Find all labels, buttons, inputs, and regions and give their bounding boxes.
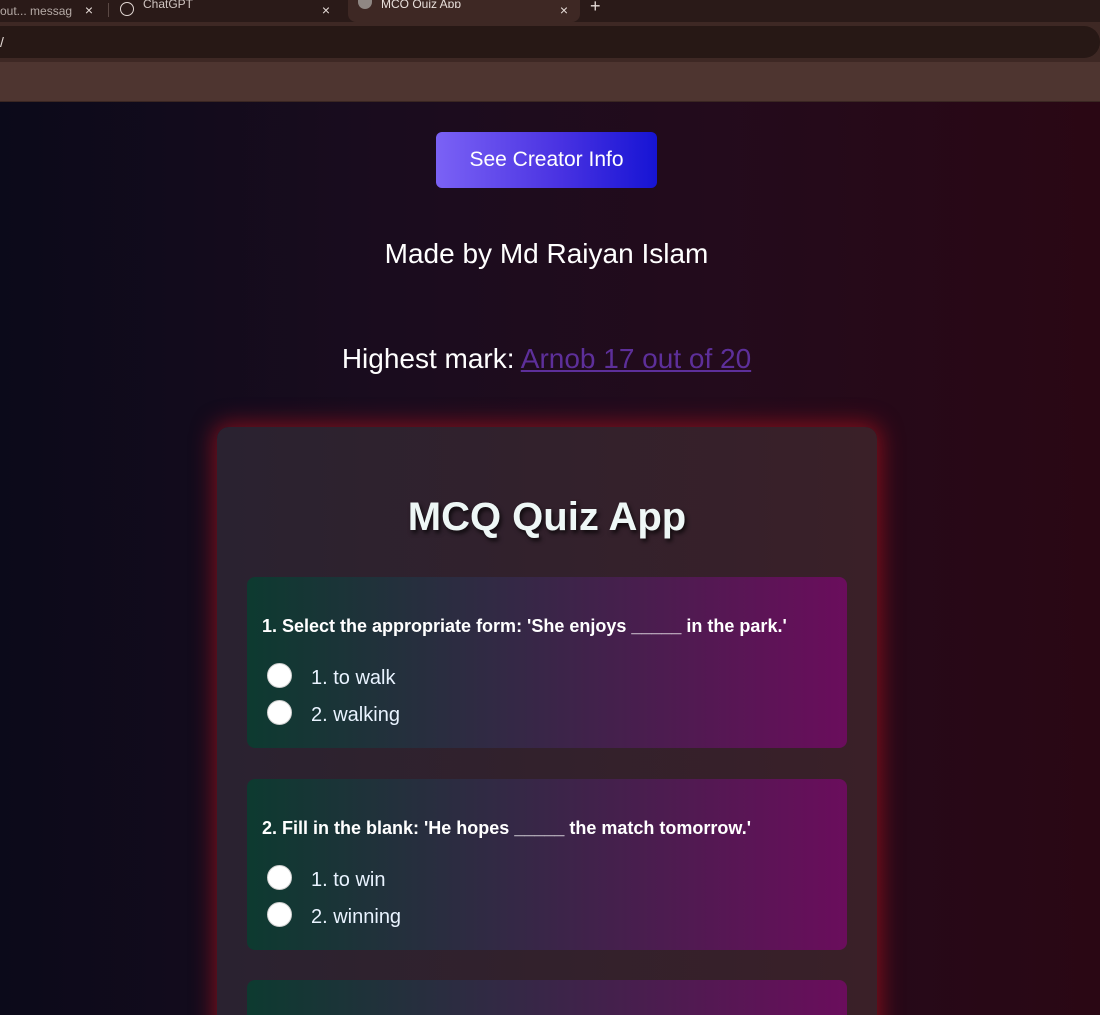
close-tab-icon[interactable]: × [319, 0, 333, 22]
highest-mark-link[interactable]: Arnob 17 out of 20 [521, 343, 751, 374]
tab-divider [108, 3, 109, 17]
highest-mark: Highest mark: Arnob 17 out of 20 [0, 343, 1093, 375]
tab-messages[interactable]: out... messag × [0, 0, 108, 22]
option-label[interactable]: 2. winning [311, 906, 401, 929]
made-by-text: Made by Md Raiyan Islam [384, 238, 709, 269]
close-tab-icon[interactable]: × [82, 0, 96, 22]
radio-button[interactable] [267, 700, 292, 725]
tab-strip: out... messag × ChatGPT × MCQ Quiz App ×… [0, 0, 1100, 22]
option-label[interactable]: 2. walking [311, 704, 400, 727]
url-field[interactable]: / [0, 26, 1100, 58]
bookmarks-bar [0, 62, 1100, 102]
address-bar: / [0, 22, 1100, 62]
radio-button[interactable] [267, 865, 292, 890]
answer-option[interactable]: 1. to walk [267, 663, 667, 693]
quiz-title: MCQ Quiz App [407, 495, 687, 539]
see-creator-info-button[interactable]: See Creator Info [436, 132, 657, 188]
tab-label: MCQ Quiz App [381, 0, 462, 8]
highest-mark-label: Highest mark: [341, 343, 521, 374]
globe-favicon-icon [358, 0, 372, 9]
answer-option[interactable]: 2. walking [267, 700, 667, 730]
question-text: 2. Fill in the blank: 'He hopes _____ th… [262, 818, 751, 838]
tab-label: out... messag [0, 4, 72, 18]
answer-option[interactable]: 1. to win [267, 865, 667, 895]
tab-label: ChatGPT [143, 0, 194, 8]
close-tab-icon[interactable]: × [557, 0, 571, 22]
question-card: 1. Select the appropriate form: 'She enj… [247, 577, 847, 748]
radio-button[interactable] [267, 902, 292, 927]
question-card: 2. Fill in the blank: 'He hopes _____ th… [247, 779, 847, 950]
new-tab-icon[interactable]: + [590, 0, 601, 17]
option-label[interactable]: 1. to win [311, 869, 385, 892]
radio-button[interactable] [267, 663, 292, 688]
tab-mcq-quiz-app[interactable]: MCQ Quiz App × [348, 0, 580, 22]
quiz-container: MCQ Quiz App 1. Select the appropriate f… [217, 427, 877, 1015]
option-label[interactable]: 1. to walk [311, 667, 395, 690]
question-text: 1. Select the appropriate form: 'She enj… [262, 616, 787, 636]
page-body: See Creator Info Made by Md Raiyan Islam… [0, 102, 1100, 1015]
question-card [247, 980, 847, 1015]
tab-chatgpt[interactable]: ChatGPT × [110, 0, 346, 22]
chatgpt-favicon-icon [120, 2, 134, 16]
answer-option[interactable]: 2. winning [267, 902, 667, 932]
